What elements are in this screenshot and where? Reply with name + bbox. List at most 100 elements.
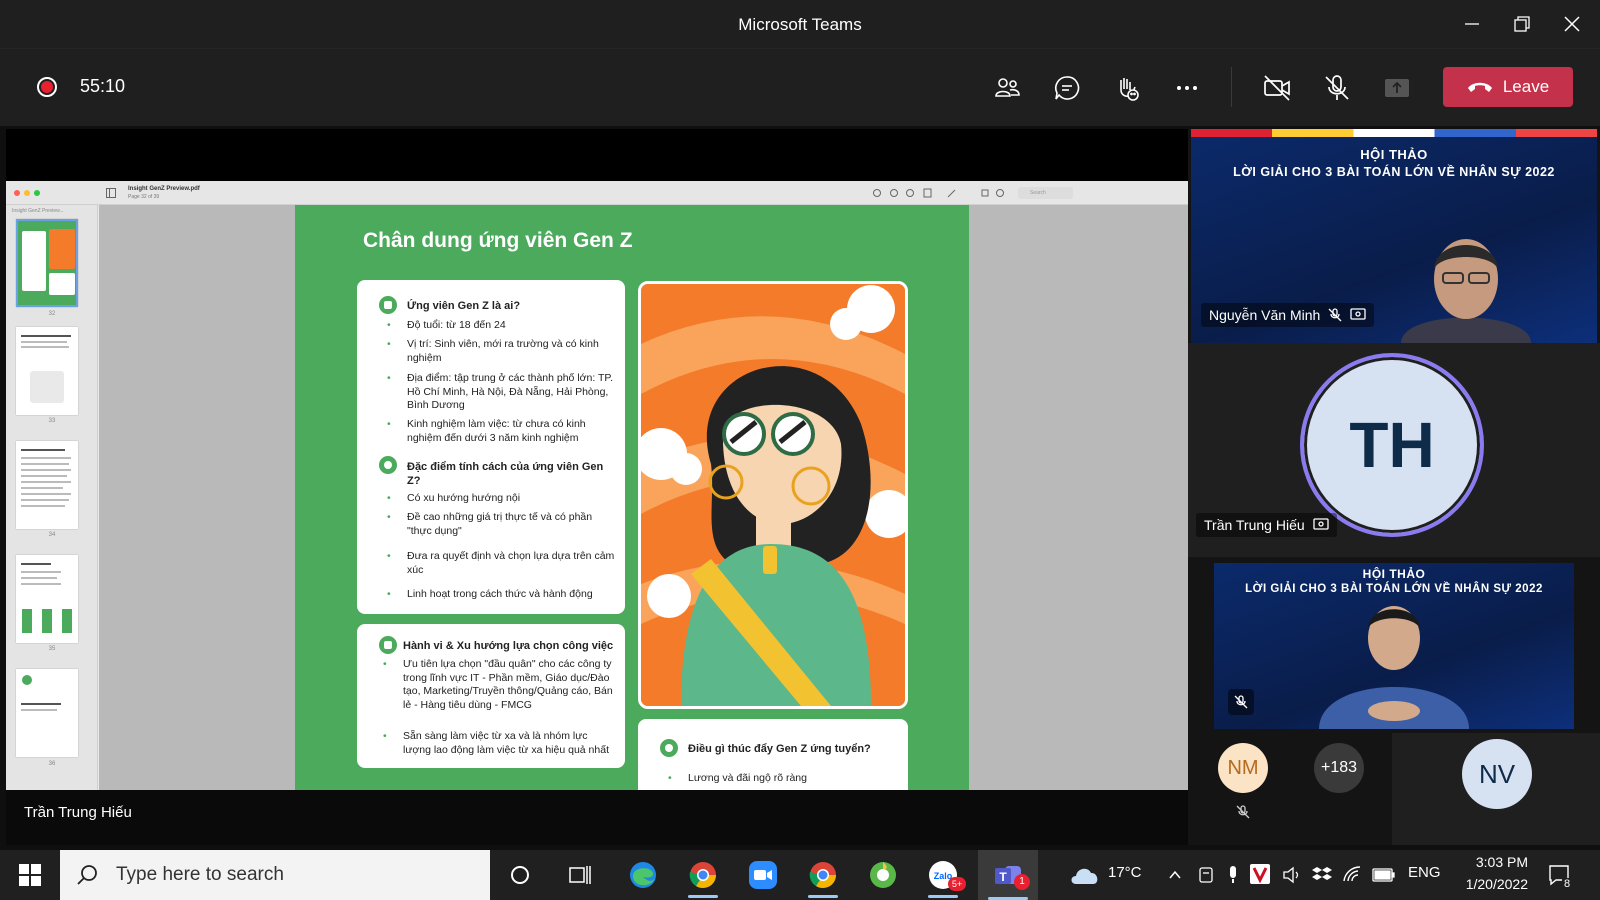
pdf-page-info: Page 32 of 39 — [128, 194, 160, 200]
more-options-button[interactable] — [1170, 71, 1204, 105]
weather-temperature[interactable]: 17°C — [1108, 864, 1142, 881]
taskbar-search[interactable]: Type here to search — [60, 850, 490, 900]
chrome-icon — [689, 862, 717, 889]
mic-off-icon — [1236, 805, 1250, 819]
person-icon — [379, 296, 397, 314]
windows-logo-icon — [19, 864, 41, 886]
clock-date[interactable]: 1/20/2022 — [1452, 876, 1528, 892]
pdf-viewer: Insight GenZ Preview.pdf Page 32 of 39 S… — [6, 181, 1188, 799]
restore-button[interactable] — [1508, 10, 1536, 38]
minimize-dot — [24, 190, 30, 196]
share-button[interactable] — [1380, 71, 1414, 105]
avatar-initials: NM — [1227, 756, 1259, 779]
card-heading: Đặc điểm tính cách của ứng viên Gen Z? — [407, 461, 604, 487]
zalo-notification-badge: 5+ — [948, 877, 966, 891]
meeting-timer: 55:10 — [80, 76, 126, 96]
bullet-item: Kinh nghiệm làm việc: từ chưa có kinh ng… — [387, 418, 617, 445]
toolbar-divider — [1231, 67, 1232, 107]
presenter-name: Trần Trung Hiếu — [24, 804, 132, 821]
sidebar-label: Insight GenZ Preview... — [12, 208, 64, 214]
meet-now-icon — [1199, 867, 1213, 883]
smile-icon — [379, 456, 397, 474]
edge-app[interactable] — [618, 855, 668, 895]
browser-app[interactable] — [858, 855, 908, 895]
zoom-icon — [749, 861, 777, 889]
card-motivation: Điều gì thúc đẩy Gen Z ứng tuyển? Lương … — [638, 719, 908, 799]
teams-app[interactable]: T 1 — [978, 850, 1038, 900]
microphone-icon — [1230, 866, 1236, 883]
video-tile-speaker[interactable]: HỘI THẢO LỜI GIẢI CHO 3 BÀI TOÁN LỚN VỀ … — [1214, 563, 1574, 729]
clock-time[interactable]: 3:03 PM — [1462, 854, 1528, 870]
slide-page: Chân dung ứng viên Gen Z Ứng viên Gen Z … — [295, 205, 969, 799]
people-button[interactable] — [990, 71, 1024, 105]
camera-toggle[interactable] — [1260, 71, 1294, 105]
more-participants-button[interactable]: +183 — [1296, 733, 1386, 845]
zoom-app[interactable] — [738, 855, 788, 895]
chat-button[interactable] — [1050, 71, 1084, 105]
start-button[interactable] — [5, 855, 55, 895]
chrome-icon — [809, 862, 837, 889]
bullet-item: Có xu hướng hướng nội — [387, 492, 617, 506]
mic-off-icon — [1328, 308, 1342, 322]
raise-hand-icon — [1120, 78, 1139, 101]
thumbnail-number: 36 — [48, 761, 56, 767]
hang-up-icon — [1467, 82, 1492, 92]
title-bar: Microsoft Teams — [0, 0, 1600, 48]
windows-taskbar: Type here to search Zalo 5+ T 1 17°C ENG… — [0, 850, 1600, 900]
reactions-button[interactable] — [1110, 71, 1144, 105]
video-tile-tran-trung-hieu[interactable]: TH Trần Trung Hiếu — [1188, 343, 1600, 557]
overflow-count: +183 — [1314, 743, 1364, 793]
thumbnail-number: 34 — [48, 532, 56, 538]
input-language[interactable]: ENG — [1408, 864, 1441, 881]
more-icon — [1177, 86, 1197, 90]
participant-name: Trần Trung Hiếu — [1204, 517, 1305, 533]
close-button[interactable] — [1558, 10, 1586, 38]
shared-screen: Insight GenZ Preview.pdf Page 32 of 39 S… — [6, 129, 1188, 845]
chrome-app-1[interactable] — [678, 855, 728, 898]
wifi-icon — [1343, 866, 1361, 882]
minimize-button[interactable] — [1458, 10, 1486, 38]
svg-text:T: T — [999, 870, 1007, 884]
thumbnail-page-36[interactable] — [16, 669, 78, 757]
screen-share-icon — [1350, 308, 1366, 320]
chrome-app-2[interactable] — [798, 855, 848, 898]
alarm-icon — [660, 739, 678, 757]
chevron-up-icon — [1169, 870, 1181, 879]
bullet-item: Linh hoạt trong cách thức và hành động — [387, 588, 617, 602]
overflow-count-label: +183 — [1320, 759, 1358, 776]
thumbnail-page-33[interactable] — [16, 327, 78, 415]
genz-illustration — [638, 281, 908, 709]
leave-button[interactable]: Leave — [1443, 67, 1573, 107]
video-tile-nguyen-van-minh[interactable]: HỘI THẢO LỜI GIẢI CHO 3 BÀI TOÁN LỚN VỀ … — [1191, 129, 1597, 343]
bullet-item: Đề cao những giá trị thực tế và có phần … — [387, 511, 617, 538]
banner-title-top: HỘI THẢO — [1360, 147, 1428, 162]
thumbnail-page-35[interactable] — [16, 555, 78, 643]
card-job-behavior: Hành vi & Xu hướng lựa chọn công việc Ưu… — [357, 624, 625, 768]
woman-sunglasses-illustration — [641, 284, 905, 706]
cortana-button[interactable] — [495, 855, 545, 895]
pdf-search-field[interactable]: Search — [1018, 187, 1073, 199]
leave-label: Leave — [1502, 77, 1550, 96]
pdf-thumbnail-sidebar: Insight GenZ Preview... 32 33 34 35 36 — [6, 205, 98, 793]
thumbnail-page-34[interactable] — [16, 441, 78, 529]
people-icon — [995, 78, 1020, 97]
slide-title: Chân dung ứng viên Gen Z — [363, 229, 633, 252]
close-dot — [14, 190, 20, 196]
bullet-item: Ưu tiên lựa chọn "đầu quân" cho các công… — [383, 658, 613, 712]
participant-tile-nm[interactable]: NM — [1188, 733, 1288, 845]
participant-video-man — [1401, 239, 1531, 343]
pdf-filename: Insight GenZ Preview.pdf — [128, 186, 200, 192]
zalo-app[interactable]: Zalo 5+ — [918, 855, 968, 898]
minimize-icon — [1465, 23, 1479, 25]
participant-name-label: Trần Trung Hiếu — [1196, 513, 1337, 537]
participants-panel: HỘI THẢO LỜI GIẢI CHO 3 BÀI TOÁN LỚN VỀ … — [1188, 129, 1600, 845]
thumbnail-page-32[interactable] — [16, 219, 78, 307]
mic-toggle[interactable] — [1320, 71, 1354, 105]
thumbnail-number: 33 — [48, 418, 56, 424]
task-view-button[interactable] — [555, 855, 605, 895]
camera-off-icon — [1264, 75, 1290, 101]
bullet-item: Độ tuổi: từ 18 đến 24 — [387, 319, 617, 333]
participant-tile-nv[interactable]: NV — [1392, 733, 1600, 845]
thumbnail-number: 35 — [48, 646, 56, 652]
briefcase-icon — [379, 636, 397, 654]
